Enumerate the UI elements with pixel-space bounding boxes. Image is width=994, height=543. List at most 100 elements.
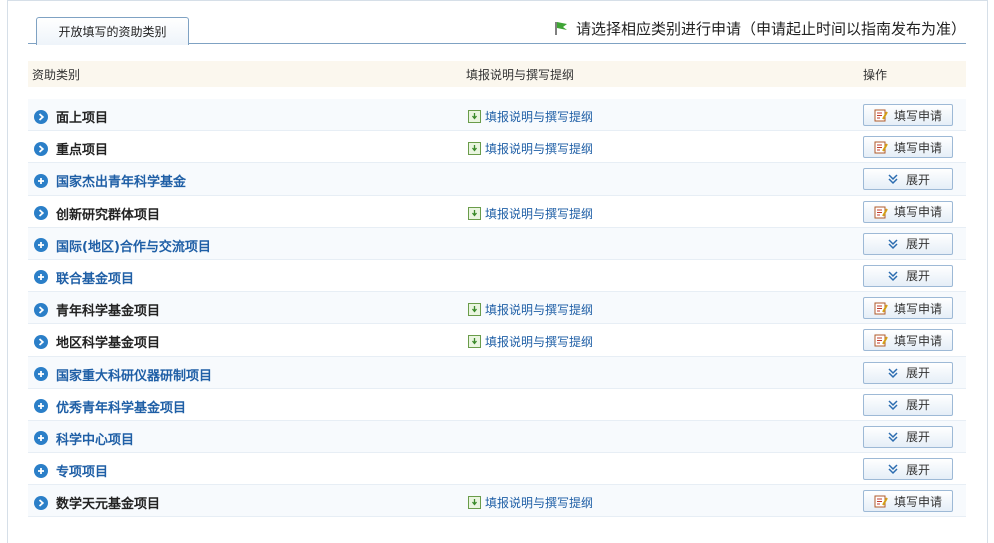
button-label: 展开 — [905, 462, 930, 477]
category-cell[interactable]: 面上项目 — [34, 107, 108, 126]
table-row: 专项项目 展开 — [28, 453, 966, 486]
guide-label: 填报说明与撰写提纲 — [485, 110, 594, 124]
table-row: 创新研究群体项目 填报说明与撰写提纲 填写申请 — [28, 195, 966, 228]
category-cell[interactable]: 创新研究群体项目 — [34, 204, 160, 223]
category-label: 重点项目 — [56, 143, 109, 159]
expand-button[interactable]: 展开 — [863, 168, 953, 191]
fill-application-button[interactable]: 填写申请 — [863, 104, 953, 126]
notice: 请选择相应类别进行申请（申请起止时间以指南发布为准） — [553, 18, 966, 38]
fill-application-button[interactable]: 填写申请 — [863, 297, 953, 320]
button-label: 填写申请 — [893, 108, 942, 123]
notice-text: 请选择相应类别进行申请（申请起止时间以指南发布为准） — [575, 19, 966, 38]
table-row: 优秀青年科学基金项目 展开 — [28, 388, 966, 421]
guide-label: 填报说明与撰写提纲 — [485, 496, 594, 511]
arrow-right-circle-icon — [34, 334, 48, 349]
table-row: 面上项目 填报说明与撰写提纲 填写申请 — [28, 99, 966, 132]
guide-link[interactable]: 填报说明与撰写提纲 — [468, 333, 593, 350]
category-label: 国际(地区)合作与交流项目 — [56, 239, 211, 255]
document-icon — [468, 496, 481, 510]
category-cell[interactable]: 青年科学基金项目 — [34, 300, 160, 319]
table-row: 数学天元基金项目 填报说明与撰写提纲 填写申请 — [28, 485, 966, 518]
expand-button[interactable]: 展开 — [863, 393, 953, 416]
category-list: 面上项目 填报说明与撰写提纲 填写申请 重点项目 填报说明与撰写提纲 填写申请 国家杰出青年… — [28, 99, 966, 518]
table-row: 地区科学基金项目 填报说明与撰写提纲 填写申请 — [28, 324, 966, 357]
edit-form-icon — [874, 495, 888, 508]
edit-form-icon — [874, 334, 888, 347]
fill-application-button[interactable]: 填写申请 — [863, 200, 953, 223]
flag-icon — [555, 22, 567, 35]
plus-circle-icon — [34, 431, 48, 446]
category-cell[interactable]: 优秀青年科学基金项目 — [34, 397, 186, 416]
double-chevron-down-icon — [888, 239, 898, 249]
arrow-right-circle-icon — [34, 141, 48, 156]
fill-application-button[interactable]: 填写申请 — [863, 490, 953, 513]
category-label: 专项项目 — [56, 465, 109, 481]
category-cell[interactable]: 数学天元基金项目 — [34, 493, 160, 512]
col-header-guide: 填报说明与撰写提纲 — [466, 68, 575, 82]
plus-circle-icon — [34, 399, 48, 414]
guide-label: 填报说明与撰写提纲 — [485, 303, 594, 318]
plus-circle-icon — [34, 463, 48, 478]
button-label: 展开 — [905, 237, 930, 252]
button-label: 填写申请 — [893, 301, 942, 316]
guide-label: 填报说明与撰写提纲 — [485, 206, 594, 221]
table-row: 国家重大科研仪器研制项目 展开 — [28, 356, 966, 389]
category-label: 科学中心项目 — [56, 432, 135, 448]
category-label: 面上项目 — [56, 111, 109, 126]
category-label: 青年科学基金项目 — [56, 304, 161, 320]
expand-button[interactable]: 展开 — [863, 458, 953, 481]
button-label: 展开 — [905, 269, 930, 284]
expand-button[interactable]: 展开 — [863, 425, 953, 448]
double-chevron-down-icon — [888, 400, 898, 410]
button-label: 填写申请 — [893, 494, 942, 509]
category-label: 创新研究群体项目 — [56, 207, 161, 223]
button-label: 展开 — [905, 366, 930, 380]
fill-application-button[interactable]: 填写申请 — [863, 136, 953, 159]
guide-link[interactable]: 填报说明与撰写提纲 — [468, 205, 593, 222]
col-header-action: 操作 — [863, 68, 888, 82]
arrow-right-circle-icon — [34, 495, 48, 510]
expand-button[interactable]: 展开 — [863, 232, 953, 255]
table-row: 联合基金项目 展开 — [28, 259, 966, 293]
category-label: 数学天元基金项目 — [56, 497, 161, 513]
double-chevron-down-icon — [888, 271, 898, 281]
button-label: 展开 — [905, 398, 930, 413]
guide-link[interactable]: 填报说明与撰写提纲 — [468, 301, 593, 318]
plus-circle-icon — [34, 270, 48, 285]
double-chevron-down-icon — [888, 174, 898, 185]
plus-circle-icon — [34, 238, 48, 253]
category-label: 国家杰出青年科学基金 — [56, 175, 187, 191]
double-chevron-down-icon — [888, 367, 898, 378]
expand-button[interactable]: 展开 — [863, 264, 953, 287]
category-cell[interactable]: 重点项目 — [34, 139, 108, 158]
category-cell[interactable]: 国家杰出青年科学基金 — [34, 171, 186, 190]
guide-label: 填报说明与撰写提纲 — [485, 335, 594, 350]
document-icon — [468, 142, 481, 156]
fill-application-button[interactable]: 填写申请 — [863, 329, 953, 352]
category-cell[interactable]: 专项项目 — [34, 461, 108, 480]
double-chevron-down-icon — [888, 464, 898, 475]
table-row: 国际(地区)合作与交流项目 展开 — [28, 227, 966, 260]
category-label: 国家重大科研仪器研制项目 — [56, 368, 213, 384]
tab-open-categories[interactable]: 开放填写的资助类别 — [36, 17, 189, 45]
guide-link[interactable]: 填报说明与撰写提纲 — [468, 494, 593, 511]
expand-button[interactable]: 展开 — [863, 361, 953, 384]
category-cell[interactable]: 科学中心项目 — [34, 429, 134, 448]
button-label: 展开 — [905, 430, 930, 445]
category-cell[interactable]: 国家重大科研仪器研制项目 — [34, 365, 212, 384]
category-cell[interactable]: 国际(地区)合作与交流项目 — [34, 236, 211, 255]
col-header-category: 资助类别 — [32, 68, 81, 82]
guide-link[interactable]: 填报说明与撰写提纲 — [468, 108, 593, 125]
arrow-right-circle-icon — [34, 206, 48, 221]
edit-form-icon — [874, 141, 888, 154]
category-label: 优秀青年科学基金项目 — [56, 400, 187, 416]
double-chevron-down-icon — [888, 432, 898, 442]
table-row: 青年科学基金项目 填报说明与撰写提纲 填写申请 — [28, 292, 966, 325]
arrow-right-circle-icon — [34, 109, 48, 124]
edit-form-icon — [874, 302, 888, 315]
guide-link[interactable]: 填报说明与撰写提纲 — [468, 140, 593, 157]
category-cell[interactable]: 联合基金项目 — [34, 268, 134, 287]
button-label: 填写申请 — [893, 205, 942, 220]
plus-circle-icon — [34, 367, 48, 381]
category-cell[interactable]: 地区科学基金项目 — [34, 332, 160, 351]
